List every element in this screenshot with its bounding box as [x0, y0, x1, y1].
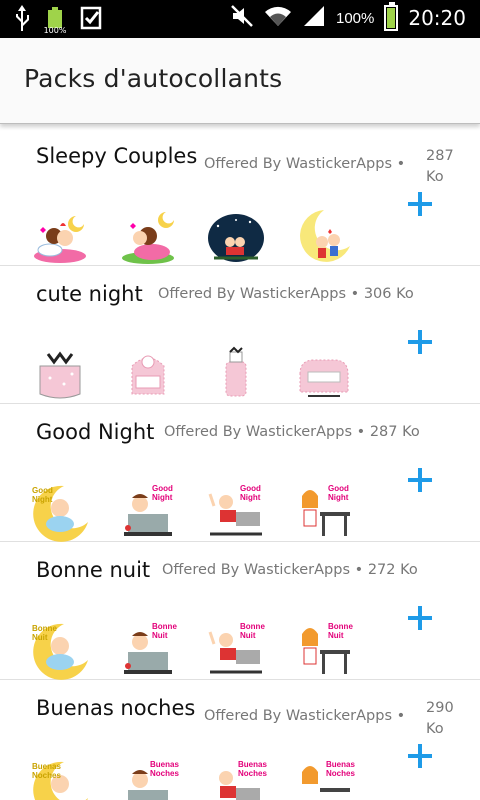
sticker-pack-item[interactable]: cute night Offered By WastickerApps • 30…: [0, 266, 480, 404]
sticker-preview: [294, 206, 354, 266]
sticker-preview: [206, 206, 266, 266]
sticker-preview: [118, 206, 178, 266]
sticker-preview: [30, 344, 90, 404]
pack-publisher: Offered By WastickerApps: [162, 562, 351, 578]
battery-full-icon: 100%: [44, 6, 66, 35]
sticker-caption: Bonne Nuit: [240, 622, 265, 640]
check-icon: [80, 6, 102, 34]
pack-size: 290 Ko: [426, 700, 454, 737]
battery-icon: [384, 2, 399, 31]
sticker-previews: Bonne Nuit Bonne Nuit Bonne Nuit Bonne N…: [30, 620, 354, 680]
sticker-caption: Good Night: [32, 486, 53, 504]
sticker-caption: Buenas Noches: [32, 762, 61, 780]
signal-icon: [302, 4, 326, 32]
sticker-caption: Buenas Noches: [150, 760, 179, 778]
add-pack-button[interactable]: [404, 326, 436, 358]
sticker-pack-item[interactable]: Bonne nuit Offered By WastickerApps • 27…: [0, 542, 480, 680]
sticker-preview: Bonne Nuit: [30, 620, 90, 680]
sticker-preview: Bonne Nuit: [206, 620, 266, 680]
sticker-preview: [206, 344, 266, 404]
app-bar: Packs d'autocollants: [0, 38, 480, 124]
pack-name: Sleepy Couples: [36, 144, 198, 168]
sticker-previews: Good Night Good Night Good Night Good Ni…: [30, 482, 354, 542]
pack-name: Bonne nuit: [36, 558, 151, 582]
sticker-caption: Bonne Nuit: [32, 624, 57, 642]
pack-publisher: Offered By WastickerApps: [204, 708, 393, 724]
sticker-preview: Buenas Noches: [30, 758, 90, 800]
sticker-preview: Buenas Noches: [118, 758, 179, 800]
add-pack-button[interactable]: [404, 188, 436, 220]
add-pack-button[interactable]: [404, 602, 436, 634]
battery-percentage: 100%: [335, 9, 375, 27]
page-title: Packs d'autocollants: [24, 64, 283, 93]
sticker-previews: [30, 344, 354, 404]
sticker-preview: Bonne Nuit: [118, 620, 178, 680]
pack-size: 272 Ko: [367, 562, 418, 578]
sticker-previews: Buenas Noches Buenas Noches Buenas Noche…: [30, 758, 355, 800]
pack-size: 287 Ko: [369, 424, 420, 440]
sticker-preview: [30, 206, 90, 266]
sticker-caption: Good Night: [152, 484, 173, 502]
pack-publisher: Offered By WastickerApps: [204, 156, 393, 172]
clock: 20:20: [408, 6, 466, 30]
sticker-pack-item[interactable]: Buenas noches Offered By WastickerApps •…: [0, 680, 480, 800]
pack-name: Buenas noches: [36, 696, 196, 720]
sticker-caption: Buenas Noches: [238, 760, 267, 778]
status-bar: 100% 100% 20:20: [0, 0, 480, 38]
sticker-preview: Buenas Noches: [206, 758, 267, 800]
sticker-caption: Buenas Noches: [326, 760, 355, 778]
pack-size: 306 Ko: [363, 286, 414, 302]
pack-name: cute night: [36, 282, 143, 306]
sticker-pack-item[interactable]: Good Night Offered By WastickerApps • 28…: [0, 404, 480, 542]
meta-separator: •: [356, 424, 370, 440]
pack-publisher: Offered By WastickerApps: [164, 424, 353, 440]
usb-icon: [14, 5, 30, 35]
sticker-caption: Good Night: [328, 484, 349, 502]
wifi-icon: [264, 4, 292, 32]
meta-separator: •: [396, 156, 406, 172]
sticker-caption: Bonne Nuit: [328, 622, 353, 640]
sticker-pack-list: Sleepy Couples Offered By WastickerApps …: [0, 128, 480, 800]
add-pack-button[interactable]: [404, 464, 436, 496]
sticker-preview: Good Night: [294, 482, 354, 542]
sticker-preview: Good Night: [118, 482, 178, 542]
sticker-caption: Good Night: [240, 484, 261, 502]
sticker-preview: Good Night: [206, 482, 266, 542]
sticker-preview: [294, 344, 354, 404]
pack-size: 287 Ko: [426, 148, 454, 185]
sticker-preview: Buenas Noches: [294, 758, 355, 800]
sticker-pack-item[interactable]: Sleepy Couples Offered By WastickerApps …: [0, 128, 480, 266]
pack-name: Good Night: [36, 420, 155, 444]
sticker-preview: Bonne Nuit: [294, 620, 354, 680]
sticker-previews: [30, 206, 354, 266]
meta-separator: •: [396, 708, 406, 724]
add-pack-button[interactable]: [404, 740, 436, 772]
pack-publisher: Offered By WastickerApps: [158, 286, 347, 302]
sticker-preview: [118, 344, 178, 404]
mute-icon: [230, 4, 254, 32]
meta-separator: •: [350, 286, 364, 302]
sticker-preview: Good Night: [30, 482, 90, 542]
sticker-caption: Bonne Nuit: [152, 622, 177, 640]
meta-separator: •: [354, 562, 368, 578]
